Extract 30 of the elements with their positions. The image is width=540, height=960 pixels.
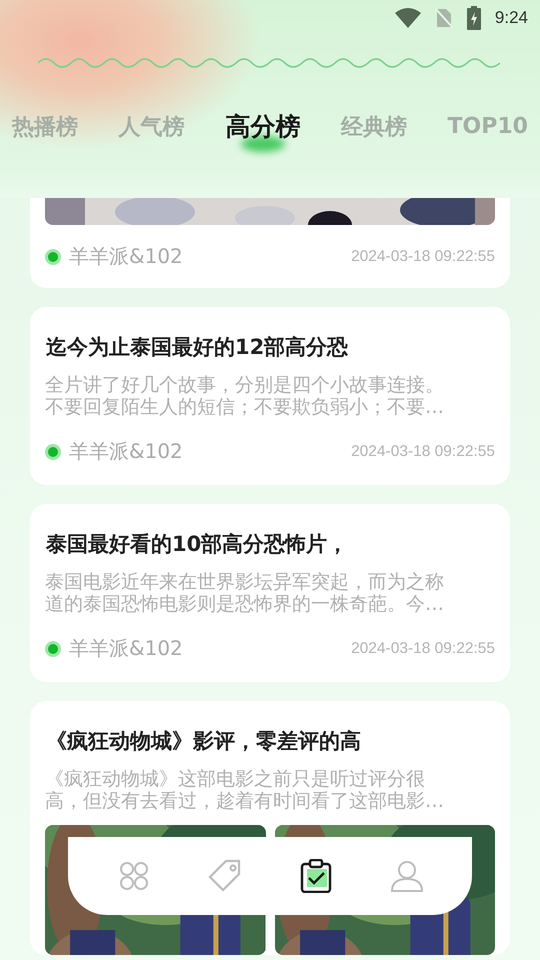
author-name: 羊羊派&102	[69, 243, 183, 270]
article-summary: 高，但没有去看过，趁着有时间看了这部电影…	[45, 790, 445, 812]
status-time: 9:24	[494, 8, 528, 28]
article-summary: 泰国电影近年来在世界影坛异军突起，而为之称	[45, 571, 445, 593]
no-sim-icon	[434, 7, 453, 29]
post-date: 2024-03-18 09:22:55	[351, 640, 495, 658]
clipboard-icon[interactable]	[298, 859, 332, 893]
article-card[interactable]: 羊羊派&102 2024-03-18 09:22:55	[30, 198, 510, 288]
article-title: 泰国最好看的10部高分恐怖片，	[46, 531, 350, 558]
article-summary: 道的泰国恐怖电影则是恐怖界的一株奇葩。今…	[45, 593, 445, 615]
tab[interactable]: TOP10	[448, 110, 528, 157]
battery-icon	[466, 6, 481, 30]
article-summary: 《疯狂动物城》这部电影之前只是听过评分很	[45, 768, 426, 790]
user-icon[interactable]	[390, 859, 424, 893]
author-name: 羊羊派&102	[69, 438, 183, 465]
article-card[interactable]: 迄今为止泰国最好的12部高分恐 全片讲了好几个故事，分别是四个小故事连接。 不要回复陌生人的短信；不要欺负弱小；不要… 羊羊派&102 2024-03-18 09:22:55	[30, 307, 510, 485]
article-summary: 全片讲了好几个故事，分别是四个小故事连接。	[45, 374, 445, 396]
tag-icon[interactable]	[208, 859, 242, 893]
article-summary: 不要回复陌生人的短信；不要欺负弱小；不要…	[45, 396, 445, 418]
tab[interactable]: 高分榜	[225, 110, 300, 157]
article-title: 《疯狂动物城》影评，零差评的高	[46, 728, 362, 755]
wifi-icon	[394, 8, 421, 28]
author-name: 羊羊派&102	[69, 635, 183, 662]
tab[interactable]: 热播榜	[12, 110, 78, 157]
article-title: 迄今为止泰国最好的12部高分恐	[46, 334, 350, 361]
post-date: 2024-03-18 09:22:55	[351, 248, 495, 266]
tab[interactable]: 经典榜	[340, 110, 407, 157]
tab[interactable]: 人气榜	[118, 110, 185, 157]
post-date: 2024-03-18 09:22:55	[351, 442, 495, 460]
article-card[interactable]: 泰国最好看的10部高分恐怖片， 泰国电影近年来在世界影坛异军突起，而为之称 道的泰国恐怖电影则是恐怖界的一株奇葩。今… 羊羊派&102 2024-03-18 09:22:55	[30, 504, 510, 682]
